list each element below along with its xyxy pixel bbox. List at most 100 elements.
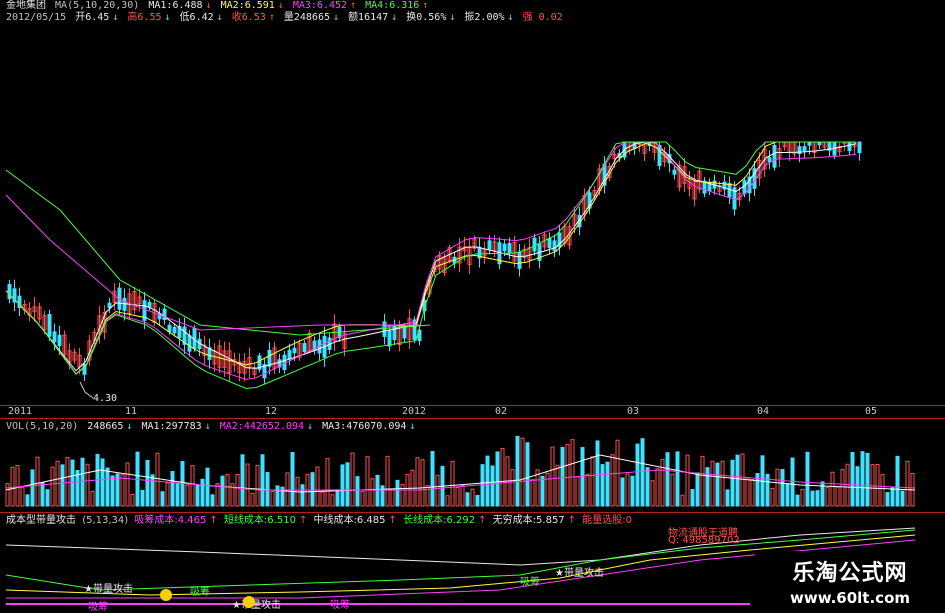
volume-bar [250,492,255,507]
volume-bar [365,456,370,507]
volume-bar [455,487,460,507]
main-divider [0,405,945,406]
volume-bar [195,484,200,507]
volume-bar [585,473,590,507]
volume-bar [825,487,830,507]
volume-bar [465,492,470,507]
volume-bar [390,489,395,507]
volume-bar [600,464,605,507]
volume-bar [320,491,325,507]
volume-bar [860,451,865,507]
volume-bar [715,462,720,507]
volume-bar [665,452,670,507]
volume-bar [215,483,220,507]
volume-bar [875,464,880,507]
volume-bar [590,456,595,507]
volume-bar [75,470,80,507]
candle-body [402,326,407,339]
volume-bar [610,454,615,507]
volume-bar [220,475,225,507]
volume-bar [155,452,160,507]
volume-bar [165,482,170,507]
volume-bar [450,460,455,507]
volume-bar [325,458,330,507]
volume-bar [705,467,710,507]
watermark-box: 乐淘公式网 www.60lt.com [755,551,945,609]
candle-body [847,141,852,152]
volume-bar [445,495,450,507]
volume-bar [805,451,810,507]
volume-bar [480,464,485,507]
volume-bar [830,471,835,507]
volume-bar [500,448,505,507]
ma-line [5,141,856,375]
volume-bar [605,461,610,507]
chip-signal-2: 吸筹 [190,587,210,598]
mid-cost: 中线成本:6.485 [313,515,386,526]
volume-bar [620,477,625,507]
indicator-params: (5,13,34) [82,515,129,526]
volume-bar [680,494,685,507]
energy-select: 能量选股:0 [582,515,632,526]
volume-bar [645,467,650,507]
volume-bar [745,477,750,507]
long-cost: 长线成本:6.292 [403,515,476,526]
volume-bar [685,454,690,507]
candle-body [382,321,387,337]
volume-bar [200,478,205,507]
volume-header: VOL(5,10,20) 248665 ↓ MA1:297783 ↓ MA2:442… [6,421,416,432]
indicator-name: 成本型带量攻击 [6,515,76,526]
volume-bar [160,491,165,507]
volume-bar [475,494,480,507]
volume-bar [845,463,850,507]
volume-bar [120,474,125,507]
candle-body [267,349,272,367]
candle-body [172,326,177,334]
candle-body [517,251,522,269]
volume-bar [425,485,430,507]
candle-body [302,343,307,353]
volume-bar [145,459,150,507]
volume-bar [775,468,780,507]
candle-body [387,330,392,347]
vol-params: VOL(5,10,20) [6,421,79,432]
volume-bar [790,457,795,507]
volume-bar [850,451,855,507]
volume-bar [545,472,550,507]
candle-body [552,240,557,252]
volume-bar [515,435,520,507]
volume-bar [880,474,885,507]
volume-bar [255,464,260,507]
volume-bar [190,465,195,507]
candle-body [507,242,512,254]
volume-bar [460,484,465,507]
chip-cost: 吸筹成本:4.465 [134,515,207,526]
volume-bar [655,468,660,507]
volume-bar [60,464,65,507]
x-label-dec: 12 [265,406,278,417]
volume-bar [335,489,340,507]
volume-bar [700,455,705,507]
volume-bar [35,456,40,507]
low-price-marker: 4.30 [93,393,118,404]
candle-body [767,157,772,163]
volume-bar [185,484,190,507]
volume-bar [340,464,345,507]
volume-bar [130,493,135,507]
volume-bar [660,459,665,507]
volume-bar [65,456,70,507]
x-label-mar: 03 [627,406,640,417]
volume-bar [45,489,50,507]
vol-value: 248665 [87,421,124,432]
volume-bar [815,490,820,507]
volume-bar [205,467,210,507]
volume-bar [540,475,545,507]
vol-ma3: MA3:476070.094 [322,421,407,432]
volume-bar [710,460,715,507]
volume-bar [25,494,30,507]
volume-bar [15,465,20,507]
volume-bar [40,482,45,507]
volume-bar [385,455,390,507]
candle-body [772,144,777,168]
volume-bar [140,489,145,507]
